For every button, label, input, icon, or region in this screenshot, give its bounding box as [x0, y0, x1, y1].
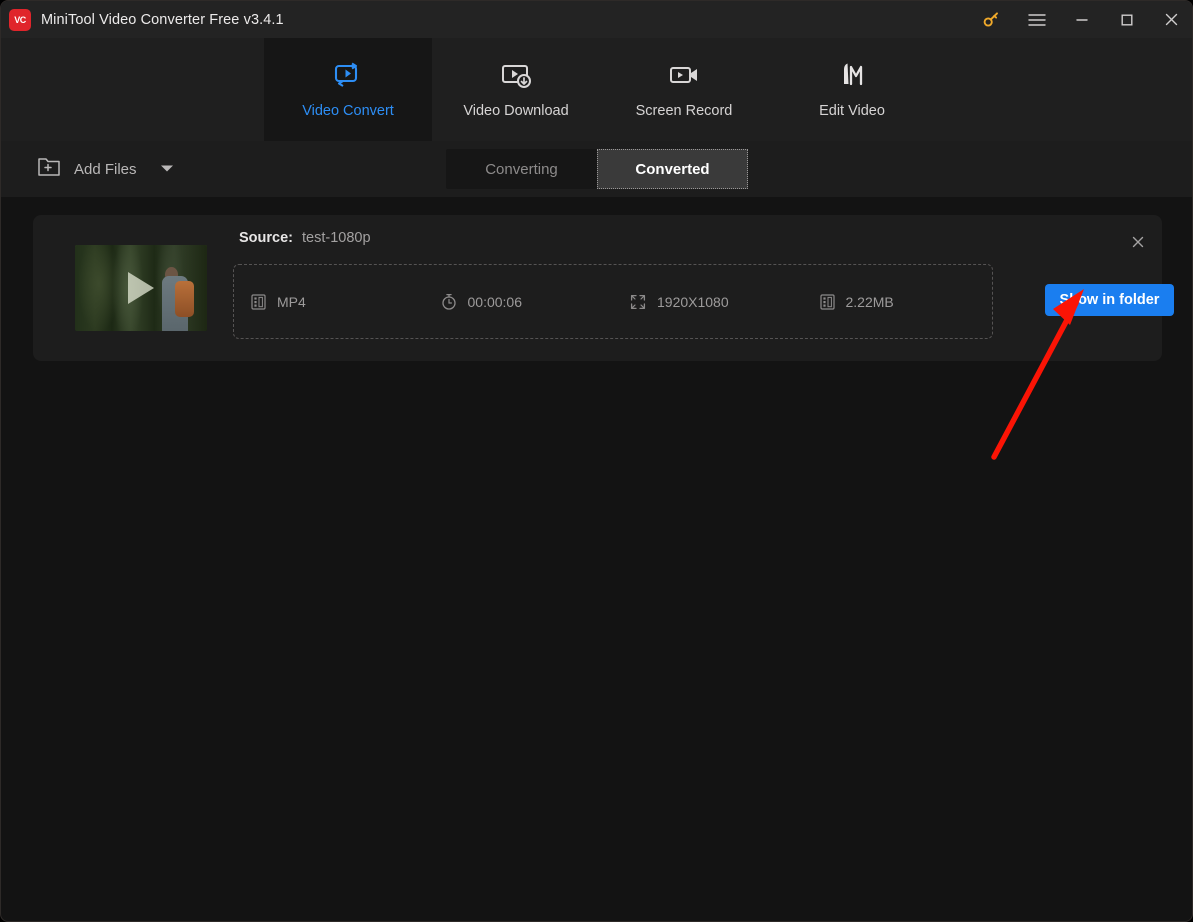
main-nav: Video Convert Video Download Screen Reco…: [1, 38, 1192, 141]
meta-resolution: 1920X1080: [613, 294, 803, 310]
folder-plus-icon: [37, 156, 61, 183]
source-value: test-1080p: [302, 230, 371, 246]
title-bar: VC MiniTool Video Converter Free v3.4.1: [1, 1, 1192, 38]
close-icon[interactable]: [1149, 1, 1192, 38]
video-download-icon: [499, 60, 533, 90]
close-icon[interactable]: [1124, 228, 1152, 256]
nav-tab-screen-record[interactable]: Screen Record: [600, 38, 768, 141]
video-thumbnail[interactable]: [75, 245, 207, 331]
add-files-label: Add Files: [74, 160, 137, 178]
nav-tab-label: Edit Video: [819, 103, 885, 119]
show-in-folder-button[interactable]: Show in folder: [1045, 284, 1174, 316]
meta-filesize: 2.22MB: [803, 294, 993, 310]
toolbar: Add Files Converting Converted: [1, 141, 1192, 197]
film-strip-icon: [251, 293, 266, 310]
edit-video-icon: [835, 60, 869, 90]
converted-file-card: Source: test-1080p MP4 00:00:06 1920X108…: [33, 215, 1174, 361]
meta-format: MP4: [234, 294, 424, 310]
video-convert-icon: [331, 60, 365, 90]
tab-converting[interactable]: Converting: [446, 149, 597, 189]
maximize-icon[interactable]: [1104, 1, 1149, 38]
nav-tab-video-convert[interactable]: Video Convert: [264, 38, 432, 141]
file-metadata-box: MP4 00:00:06 1920X1080 2.22MB: [233, 264, 993, 339]
thumbnail-figure-backpack: [175, 281, 195, 318]
chevron-down-icon[interactable]: [160, 160, 174, 178]
meta-value: 1920X1080: [657, 293, 729, 310]
source-label: Source:: [239, 230, 293, 246]
meta-value: 00:00:06: [467, 293, 523, 310]
key-icon[interactable]: [969, 1, 1014, 38]
app-title: MiniTool Video Converter Free v3.4.1: [41, 11, 284, 28]
application-window: VC MiniTool Video Converter Free v3.4.1: [0, 0, 1193, 922]
hamburger-menu-icon[interactable]: [1014, 1, 1059, 38]
play-icon[interactable]: [128, 272, 154, 304]
app-logo-text: VC: [14, 14, 26, 25]
nav-tab-label: Video Download: [463, 103, 569, 119]
meta-value: MP4: [277, 293, 306, 310]
nav-tab-video-download[interactable]: Video Download: [432, 38, 600, 141]
nav-tab-edit-video[interactable]: Edit Video: [768, 38, 936, 141]
stopwatch-icon: [441, 293, 457, 310]
minimize-icon[interactable]: [1059, 1, 1104, 38]
nav-tab-label: Video Convert: [302, 103, 394, 119]
resolution-icon: [630, 294, 646, 310]
window-controls: [969, 1, 1192, 38]
add-files-button[interactable]: Add Files: [37, 156, 174, 183]
status-filter-switch: Converting Converted: [446, 149, 748, 189]
screen-record-icon: [667, 60, 701, 90]
file-size-icon: [819, 293, 835, 310]
source-row: Source: test-1080p: [239, 230, 371, 246]
nav-tab-label: Screen Record: [635, 103, 733, 119]
app-logo: VC: [9, 8, 31, 31]
tab-converted[interactable]: Converted: [597, 149, 748, 189]
meta-duration: 00:00:06: [424, 293, 614, 310]
meta-value: 2.22MB: [845, 293, 894, 310]
